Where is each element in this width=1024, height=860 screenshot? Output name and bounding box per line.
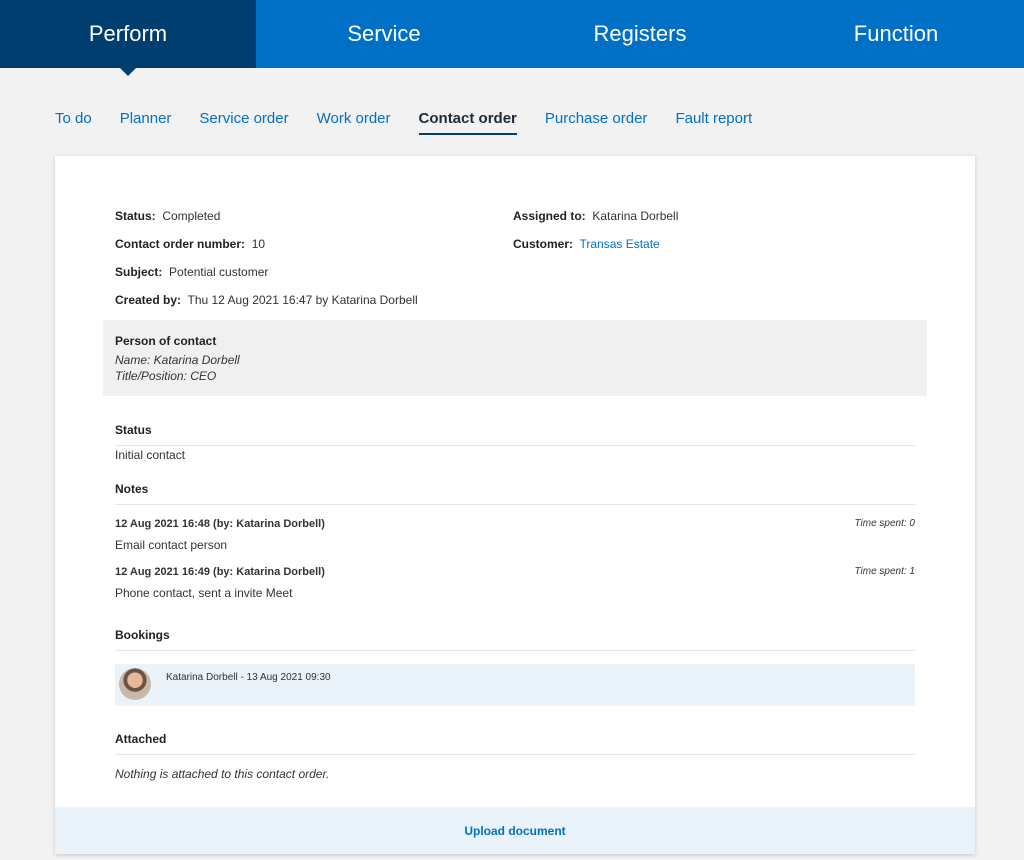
note-time-spent: Time spent: 0 xyxy=(854,518,916,529)
attached-empty-text: Nothing is attached to this contact orde… xyxy=(115,767,330,781)
note-meta: 12 Aug 2021 16:48 (by: Katarina Dorbell) xyxy=(115,518,325,530)
assigned-to-label: Assigned to: xyxy=(513,209,586,223)
person-of-contact-title: Person of contact xyxy=(115,334,217,348)
subtab-planner[interactable]: Planner xyxy=(120,110,172,135)
upload-document-button[interactable]: Upload document xyxy=(55,807,975,854)
created-by-field: Created by: Thu 12 Aug 2021 16:47 by Kat… xyxy=(115,293,418,307)
status-section-value: Initial contact xyxy=(115,448,186,462)
assigned-to-value: Katarina Dorbell xyxy=(592,209,679,223)
sub-navigation: To do Planner Service order Work order C… xyxy=(55,110,752,135)
assigned-to-field: Assigned to: Katarina Dorbell xyxy=(513,209,678,223)
tab-perform[interactable]: Perform xyxy=(0,0,256,76)
top-navigation: Perform Service Registers Function xyxy=(0,0,1024,76)
contact-name: Name: Katarina Dorbell xyxy=(115,353,240,367)
status-field: Status: Completed xyxy=(115,209,220,223)
tab-registers[interactable]: Registers xyxy=(512,0,768,68)
created-by-value: Thu 12 Aug 2021 16:47 by Katarina Dorbel… xyxy=(187,293,418,307)
subtab-service-order[interactable]: Service order xyxy=(199,110,288,135)
order-number-label: Contact order number: xyxy=(115,237,246,251)
customer-label: Customer: xyxy=(513,237,574,251)
created-by-label: Created by: xyxy=(115,293,182,307)
subject-label: Subject: xyxy=(115,265,163,279)
customer-field: Customer: Transas Estate xyxy=(513,237,660,251)
subtab-purchase-order[interactable]: Purchase order xyxy=(545,110,648,135)
tab-function[interactable]: Function xyxy=(768,0,1024,68)
booking-item[interactable]: Katarina Dorbell - 13 Aug 2021 09:30 xyxy=(115,664,915,706)
tab-service[interactable]: Service xyxy=(256,0,512,68)
note-text: Email contact person xyxy=(115,538,228,552)
status-section-heading: Status xyxy=(115,423,915,446)
avatar xyxy=(119,668,151,700)
subtab-fault-report[interactable]: Fault report xyxy=(675,110,752,135)
status-value: Completed xyxy=(162,209,221,223)
attached-section-heading: Attached xyxy=(115,732,915,755)
subject-field: Subject: Potential customer xyxy=(115,265,268,279)
status-label: Status: xyxy=(115,209,156,223)
note-time-spent: Time spent: 1 xyxy=(854,566,916,577)
customer-link[interactable]: Transas Estate xyxy=(579,237,659,251)
bookings-section-heading: Bookings xyxy=(115,628,915,651)
subject-value: Potential customer xyxy=(169,265,269,279)
order-number-field: Contact order number: 10 xyxy=(115,237,265,251)
subtab-contact-order[interactable]: Contact order xyxy=(418,110,517,135)
note-text: Phone contact, sent a invite Meet xyxy=(115,586,293,600)
subtab-work-order[interactable]: Work order xyxy=(317,110,391,135)
person-of-contact-box: Person of contact Name: Katarina Dorbell… xyxy=(103,320,927,396)
contact-order-card: Status: Completed Contact order number: … xyxy=(55,156,975,854)
booking-text: Katarina Dorbell - 13 Aug 2021 09:30 xyxy=(166,672,331,683)
notes-section-heading: Notes xyxy=(115,482,915,505)
subtab-to-do[interactable]: To do xyxy=(55,110,92,135)
note-meta: 12 Aug 2021 16:49 (by: Katarina Dorbell) xyxy=(115,566,325,578)
order-number-value: 10 xyxy=(251,237,266,251)
contact-position: Title/Position: CEO xyxy=(115,369,217,383)
